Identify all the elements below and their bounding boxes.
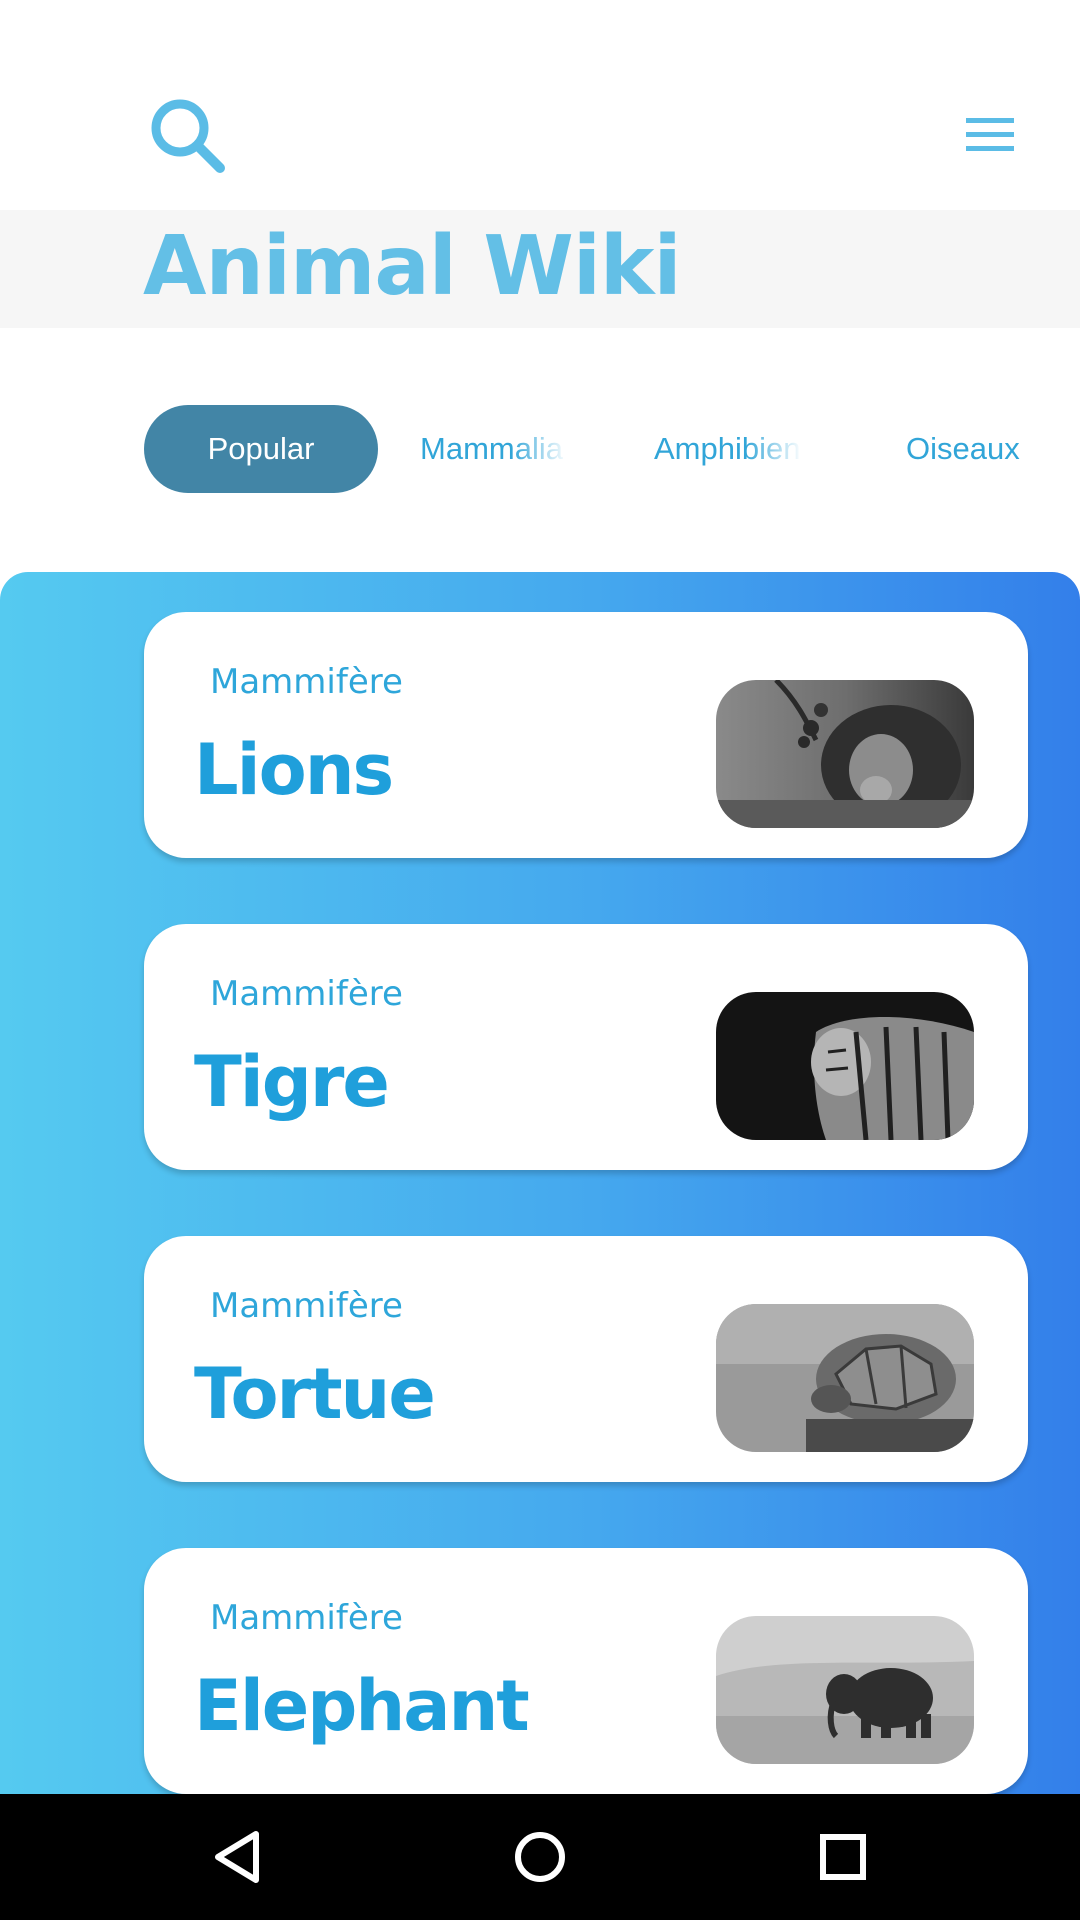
animal-list-panel: Mammifère Lions Mammifère Tigre Mammifèr…: [0, 572, 1080, 1794]
page-title: Animal Wiki: [143, 219, 682, 314]
card-category: Mammifère: [210, 974, 403, 1014]
tab-amphibien[interactable]: Amphibien: [612, 405, 802, 493]
card-category: Mammifère: [210, 1598, 403, 1638]
system-nav-bar: [0, 1794, 1080, 1920]
app-screen: Animal Wiki Popular Mammalia Amphibien O…: [0, 0, 1080, 1920]
top-bar: [0, 0, 1080, 210]
tiger-photo: [716, 992, 974, 1140]
lion-photo: [716, 680, 974, 828]
card-title: Lions: [194, 729, 394, 811]
card-category: Mammifère: [210, 662, 403, 702]
hamburger-menu-icon[interactable]: [960, 110, 1020, 160]
card-title: Tortue: [194, 1353, 436, 1435]
elephant-photo: [716, 1616, 974, 1764]
animal-card-tigre[interactable]: Mammifère Tigre: [144, 924, 1028, 1170]
title-band: Animal Wiki: [0, 210, 1080, 328]
card-title: Elephant: [194, 1665, 530, 1747]
home-circle-icon[interactable]: [505, 1824, 575, 1890]
card-title: Tigre: [194, 1041, 390, 1123]
animal-card-tortue[interactable]: Mammifère Tortue: [144, 1236, 1028, 1482]
search-icon[interactable]: [148, 96, 228, 176]
card-category: Mammifère: [210, 1286, 403, 1326]
tortoise-photo: [716, 1304, 974, 1452]
back-triangle-icon[interactable]: [204, 1824, 274, 1890]
category-tabs: Popular Mammalia Amphibien Oiseaux: [0, 405, 1080, 495]
animal-card-lions[interactable]: Mammifère Lions: [144, 612, 1028, 858]
recents-square-icon[interactable]: [808, 1824, 878, 1890]
tab-popular[interactable]: Popular: [144, 405, 378, 493]
tab-oiseaux[interactable]: Oiseaux: [846, 405, 1080, 493]
tab-mammalia[interactable]: Mammalia: [378, 405, 568, 493]
animal-card-elephant[interactable]: Mammifère Elephant: [144, 1548, 1028, 1794]
